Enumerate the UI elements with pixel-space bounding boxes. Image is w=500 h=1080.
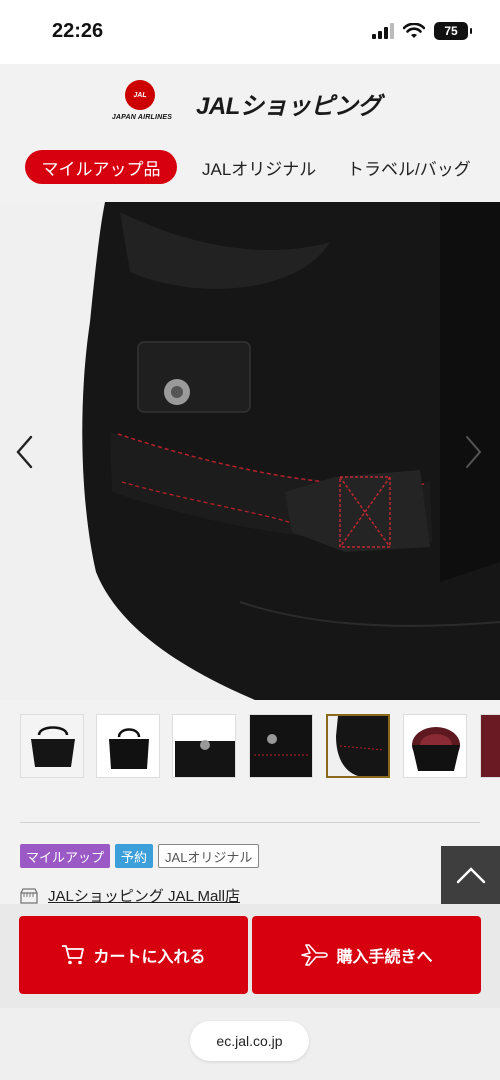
cart-icon [62, 945, 85, 965]
thumbnail-5-selected[interactable] [326, 714, 390, 778]
chevron-left-icon [16, 435, 33, 469]
tab-jal-original[interactable]: JALオリジナル [202, 150, 316, 184]
status-icons: 75 [372, 22, 472, 40]
shop-name-link[interactable]: JALショッピング JAL Mall店 [48, 885, 240, 906]
section-divider [20, 822, 480, 823]
carousel-next-button[interactable] [458, 430, 488, 474]
thumbnail-1[interactable] [20, 714, 84, 778]
scroll-to-top-button[interactable] [441, 846, 500, 904]
tab-travel-bag[interactable]: トラベル/バッグ [347, 150, 471, 184]
tab-mileup[interactable]: マイルアップ品 [25, 150, 177, 184]
chevron-up-icon [456, 867, 485, 884]
site-header: JAL JAPAN AIRLINES JALショッピング マイルアップ品 JAL… [0, 64, 500, 202]
wifi-icon [403, 23, 425, 38]
add-to-cart-label: カートに入れる [93, 949, 206, 966]
airline-name: JAPAN AIRLINES [111, 114, 173, 121]
category-tabs: マイルアップ品 JALオリジナル トラベル/バッグ [0, 148, 500, 188]
thumbnail-6[interactable] [403, 714, 467, 778]
logo-mark: JAL [133, 91, 147, 99]
purchase-action-bar: カートに入れる 購入手続きへ [0, 904, 500, 1008]
status-bar: 22:26 75 [0, 0, 500, 64]
product-image[interactable] [0, 202, 500, 700]
brand-title[interactable]: JALショッピング [196, 86, 381, 121]
badge-mileup: マイルアップ [20, 844, 111, 868]
thumbnail-4[interactable] [249, 714, 313, 778]
crane-logo-icon: JAL [125, 80, 155, 110]
bag-closeup-image [0, 202, 500, 700]
add-to-cart-button[interactable]: カートに入れる [19, 916, 248, 994]
browser-bar: ec.jal.co.jp [0, 1008, 500, 1080]
store-icon [20, 887, 38, 904]
battery-icon: 75 [434, 22, 472, 40]
signal-icon [372, 23, 394, 39]
url-bar[interactable]: ec.jal.co.jp [190, 1021, 309, 1061]
chevron-right-icon [466, 436, 482, 468]
carousel-prev-button[interactable] [10, 430, 40, 474]
shop-info: JALショッピング JAL Mall店 [20, 885, 240, 906]
badge-reserve: 予約 [115, 844, 154, 868]
product-badges: マイルアップ 予約 JALオリジナル [20, 844, 260, 870]
checkout-label: 購入手続きへ [336, 949, 433, 966]
checkout-button[interactable]: 購入手続きへ [252, 916, 481, 994]
jal-logo[interactable]: JAL JAPAN AIRLINES [98, 80, 186, 126]
badge-jal-original: JALオリジナル [158, 844, 260, 868]
thumbnail-3[interactable] [172, 714, 236, 778]
status-time: 22:26 [52, 20, 104, 42]
thumbnail-2[interactable] [96, 714, 160, 778]
battery-level: 75 [444, 24, 458, 38]
thumbnail-strip [0, 700, 500, 796]
thumbnail-7[interactable] [480, 714, 500, 778]
airplane-icon [301, 944, 329, 966]
